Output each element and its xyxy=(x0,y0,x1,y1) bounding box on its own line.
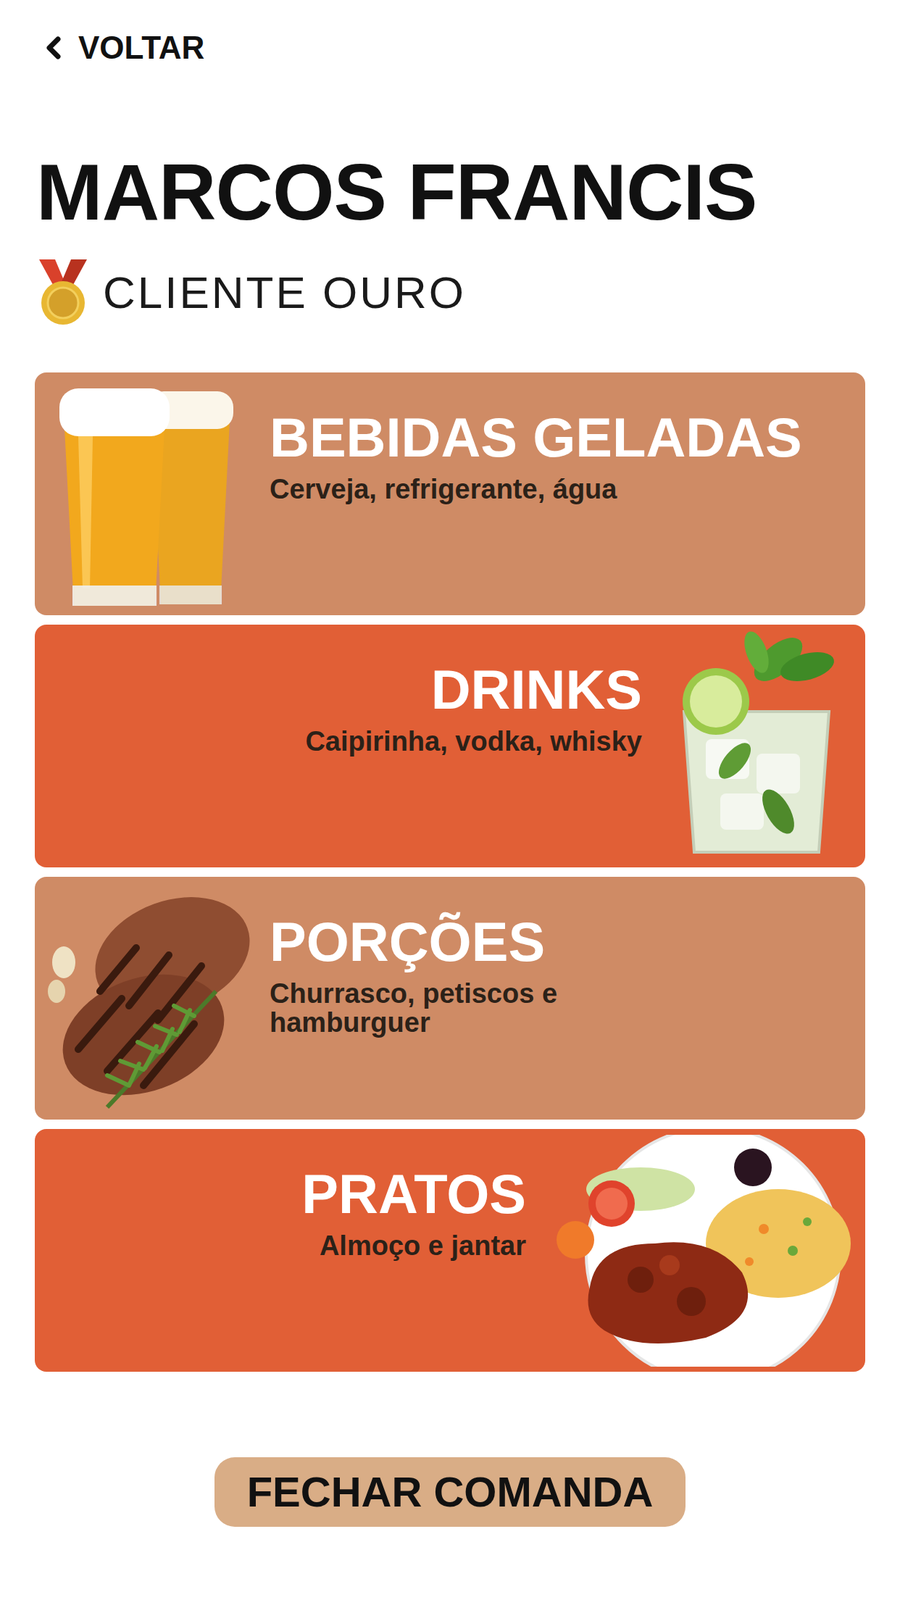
chevron-left-icon xyxy=(36,30,72,66)
back-label: VOLTAR xyxy=(78,31,205,64)
category-card[interactable]: PORÇÕES Churrasco, petiscos e hamburguer xyxy=(34,876,866,1120)
category-text: PORÇÕES Churrasco, petiscos e hamburguer xyxy=(266,876,679,1120)
meat-image xyxy=(34,882,267,1115)
category-image xyxy=(647,624,866,868)
category-title: DRINKS xyxy=(431,662,643,718)
customer-tier: CLIENTE OURO xyxy=(37,257,900,328)
medal-icon xyxy=(37,257,89,328)
category-text: BEBIDAS GELADAS Cerveja, refrigerante, ág… xyxy=(266,372,820,616)
category-title: PRATOS xyxy=(301,1166,527,1222)
drink-image xyxy=(669,630,844,863)
tier-label: CLIENTE OURO xyxy=(102,270,466,316)
category-text: DRINKS Caipirinha, vodka, whisky xyxy=(287,624,648,868)
category-title: PORÇÕES xyxy=(269,914,545,970)
category-card[interactable]: BEBIDAS GELADAS Cerveja, refrigerante, ág… xyxy=(34,372,866,616)
plate-image xyxy=(531,1134,866,1367)
category-subtitle: Churrasco, petiscos e hamburguer xyxy=(269,979,661,1038)
app-screen: VOLTAR MARCOS FRANCIS CLIENTE OURO BEBIDAS … xyxy=(0,0,900,1600)
category-text: PRATOS Almoço e jantar xyxy=(284,1128,532,1372)
category-image xyxy=(531,1128,866,1372)
customer-name: MARCOS FRANCIS xyxy=(36,152,900,232)
category-subtitle: Almoço e jantar xyxy=(319,1231,527,1261)
category-card[interactable]: PRATOS Almoço e jantar xyxy=(34,1128,866,1372)
beer-image xyxy=(49,378,253,611)
category-list: BEBIDAS GELADAS Cerveja, refrigerante, ág… xyxy=(34,372,866,1372)
category-image xyxy=(34,876,267,1120)
category-subtitle: Caipirinha, vodka, whisky xyxy=(305,727,643,757)
category-image xyxy=(34,372,267,616)
back-button[interactable]: VOLTAR xyxy=(36,30,205,66)
category-card[interactable]: DRINKS Caipirinha, vodka, whisky xyxy=(34,624,866,868)
category-subtitle: Cerveja, refrigerante, água xyxy=(269,475,617,505)
close-tab-button[interactable]: FECHAR COMANDA xyxy=(214,1457,686,1527)
close-tab-label: FECHAR COMANDA xyxy=(247,1471,654,1514)
category-title: BEBIDAS GELADAS xyxy=(269,410,803,466)
